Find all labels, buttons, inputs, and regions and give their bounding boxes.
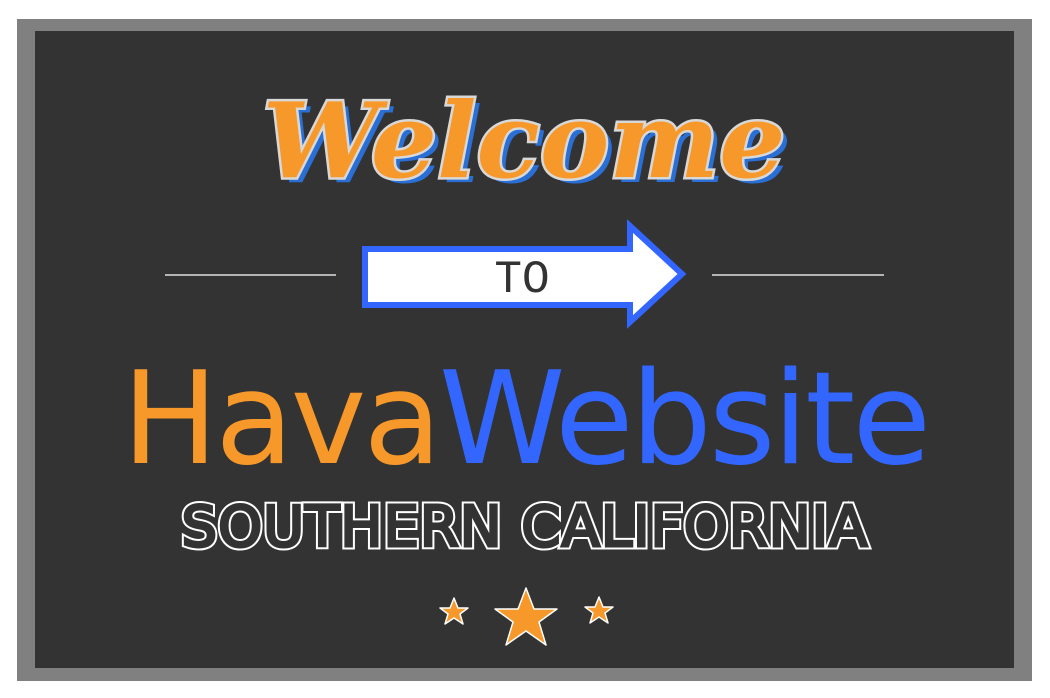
sign-graphics: Welcome Welcome TO HavaWebsite SOUTHERN … bbox=[122, 77, 931, 646]
region-inner: SOUTHERN CALIFORNIA bbox=[182, 495, 869, 560]
brand-part-hava: Hava bbox=[122, 345, 439, 494]
welcome-text: Welcome bbox=[263, 79, 786, 202]
region-text: SOUTHERN CALIFORNIA SOUTHERN CALIFORNIA bbox=[178, 492, 871, 564]
star-icon-small-left bbox=[439, 597, 469, 625]
star-icon-large bbox=[494, 587, 558, 646]
brand-part-website: Website bbox=[439, 345, 928, 494]
star-icon-small-right bbox=[584, 596, 614, 624]
brand-name: HavaWebsite bbox=[122, 345, 928, 494]
welcome-headline: Welcome Welcome bbox=[260, 77, 791, 208]
arrow-label: TO bbox=[494, 254, 549, 306]
